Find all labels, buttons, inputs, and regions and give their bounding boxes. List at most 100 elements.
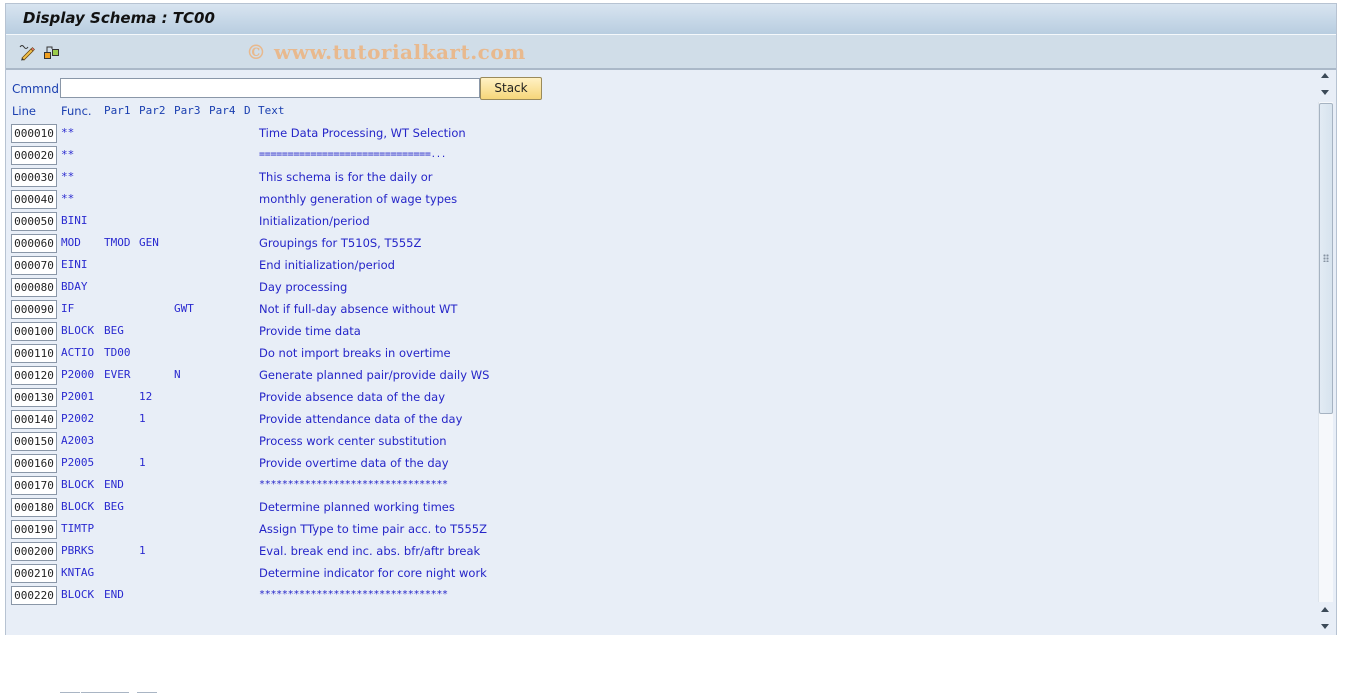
cell-func: IF bbox=[61, 302, 75, 315]
schema-row: 000090 IF GWT Not if full-day absence witho… bbox=[6, 299, 606, 321]
text-value: Determine indicator for core night work bbox=[259, 566, 487, 580]
command-label: Cmmnd bbox=[12, 82, 59, 96]
cell-func: BINI bbox=[61, 214, 88, 227]
cell-func: EINI bbox=[61, 258, 88, 271]
cell-text: Generate planned pair/provide daily WS bbox=[259, 368, 489, 382]
other-object-icon[interactable] bbox=[42, 43, 60, 61]
text-value: ********************************* bbox=[259, 589, 448, 600]
schema-row: 000140 P2002 1 Provide attendance data of t… bbox=[6, 409, 606, 431]
line-number-field[interactable]: 000030 bbox=[11, 168, 57, 187]
cell-func: MOD bbox=[61, 236, 81, 249]
line-number-field[interactable]: 000040 bbox=[11, 190, 57, 209]
cell-text: End initialization/period bbox=[259, 258, 395, 272]
cell-func: ** bbox=[61, 148, 75, 161]
cell-text: Assign TType to time pair acc. to T555Z bbox=[259, 522, 487, 536]
schema-row: 000060 MOD TMOD GEN Groupings for T510S, T55… bbox=[6, 233, 606, 255]
schema-row: 000130 P2001 12 Provide absence data of the… bbox=[6, 387, 606, 409]
cell-func: BLOCK bbox=[61, 500, 95, 513]
cell-func: BDAY bbox=[61, 280, 88, 293]
text-value: Provide time data bbox=[259, 324, 361, 338]
cell-func: BLOCK bbox=[61, 478, 95, 491]
line-number-field[interactable]: 000160 bbox=[11, 454, 57, 473]
cell-func: BLOCK bbox=[61, 588, 95, 601]
text-value: End initialization/period bbox=[259, 258, 395, 272]
cell-text: ********************************* bbox=[259, 478, 448, 492]
line-number-field[interactable]: 000100 bbox=[11, 322, 57, 341]
arrow-up-icon bbox=[1321, 73, 1329, 78]
truncation-indicator: ... bbox=[430, 150, 447, 160]
line-number-field[interactable]: 000190 bbox=[11, 520, 57, 539]
text-value: Eval. break end inc. abs. bfr/aftr break bbox=[259, 544, 481, 558]
line-number-field[interactable]: 000150 bbox=[11, 432, 57, 451]
schema-row: 000020 ** ==============================..… bbox=[6, 145, 606, 167]
schema-row: 000160 P2005 1 Provide overtime data of the… bbox=[6, 453, 606, 475]
line-number-field[interactable]: 000090 bbox=[11, 300, 57, 319]
scroll-page-down-button[interactable] bbox=[1316, 618, 1334, 634]
line-number-field[interactable]: 000010 bbox=[11, 124, 57, 143]
column-header-par2: Par2 bbox=[139, 104, 166, 117]
schema-row: 000200 PBRKS 1 Eval. break end inc. abs. bf… bbox=[6, 541, 606, 563]
line-number-field[interactable]: 000070 bbox=[11, 256, 57, 275]
schema-editor: Cmmnd Stack Line Func. Par1 Par2 Par3 Pa… bbox=[6, 70, 1316, 693]
arrow-down-icon bbox=[1321, 624, 1329, 629]
text-value: Provide absence data of the day bbox=[259, 390, 446, 404]
cell-par1: BEG bbox=[104, 500, 124, 513]
line-number-field[interactable]: 000210 bbox=[11, 564, 57, 583]
cell-func: PBRKS bbox=[61, 544, 95, 557]
cell-par1: TD00 bbox=[104, 346, 131, 359]
cell-func: ACTIO bbox=[61, 346, 95, 359]
stack-button[interactable]: Stack bbox=[480, 77, 542, 100]
schema-row: 000170 BLOCK END **************************… bbox=[6, 475, 606, 497]
text-value: Day processing bbox=[259, 280, 348, 294]
line-number-field[interactable]: 000020 bbox=[11, 146, 57, 165]
cell-text: ********************************* bbox=[259, 588, 448, 602]
command-input[interactable] bbox=[60, 78, 480, 98]
cell-par1: END bbox=[104, 588, 124, 601]
line-number-field[interactable]: 000140 bbox=[11, 410, 57, 429]
scroll-up-button[interactable] bbox=[1316, 68, 1334, 84]
schema-row: 000010 ** Time Data Processing, WT Selecti… bbox=[6, 123, 606, 145]
line-number-field[interactable]: 000170 bbox=[11, 476, 57, 495]
text-value: Provide overtime data of the day bbox=[259, 456, 449, 470]
line-number-field[interactable]: 000130 bbox=[11, 388, 57, 407]
text-value: Not if full-day absence without WT bbox=[259, 302, 458, 316]
schema-row: 000050 BINI Initialization/period bbox=[6, 211, 606, 233]
cell-text: This schema is for the daily or bbox=[259, 170, 433, 184]
line-number-field[interactable]: 000060 bbox=[11, 234, 57, 253]
text-value: Do not import breaks in overtime bbox=[259, 346, 451, 360]
schema-row: 000180 BLOCK BEG Determine planned working … bbox=[6, 497, 606, 519]
text-value: monthly generation of wage types bbox=[259, 192, 458, 206]
line-number-field[interactable]: 000050 bbox=[11, 212, 57, 231]
cell-text: ==============================... bbox=[259, 148, 446, 162]
scroll-thumb[interactable] bbox=[1319, 103, 1333, 414]
text-value: Initialization/period bbox=[259, 214, 370, 228]
line-number-field[interactable]: 000180 bbox=[11, 498, 57, 517]
column-header-text: Text bbox=[258, 104, 285, 117]
line-number-field[interactable]: 000200 bbox=[11, 542, 57, 561]
cell-func: TIMTP bbox=[61, 522, 95, 535]
text-value: ********************************* bbox=[259, 479, 448, 490]
scroll-page-up-button[interactable] bbox=[1316, 602, 1334, 618]
cell-par1: TMOD bbox=[104, 236, 131, 249]
cell-text: Provide absence data of the day bbox=[259, 390, 445, 404]
cell-par2: GEN bbox=[139, 236, 159, 249]
line-number-field[interactable]: 000080 bbox=[11, 278, 57, 297]
cell-text: Process work center substitution bbox=[259, 434, 447, 448]
cell-text: Provide time data bbox=[259, 324, 361, 338]
cell-func: A2003 bbox=[61, 434, 95, 447]
line-number-field[interactable]: 000220 bbox=[11, 586, 57, 605]
arrow-up-icon bbox=[1321, 607, 1329, 612]
display-change-icon[interactable] bbox=[18, 43, 36, 61]
schema-row: 000040 ** monthly generation of wage types bbox=[6, 189, 606, 211]
column-header-par3: Par3 bbox=[174, 104, 201, 117]
vertical-scrollbar[interactable] bbox=[1316, 68, 1334, 634]
schema-row: 000150 A2003 Process work center substitut… bbox=[6, 431, 606, 453]
text-value: Generate planned pair/provide daily WS bbox=[259, 368, 490, 382]
line-number-field[interactable]: 000110 bbox=[11, 344, 57, 363]
scroll-down-button[interactable] bbox=[1316, 84, 1334, 100]
line-number-field[interactable]: 000120 bbox=[11, 366, 57, 385]
column-header-par1: Par1 bbox=[104, 104, 131, 117]
cell-func: P2001 bbox=[61, 390, 95, 403]
cell-par3: N bbox=[174, 368, 181, 381]
column-header-line: Line bbox=[12, 104, 36, 118]
